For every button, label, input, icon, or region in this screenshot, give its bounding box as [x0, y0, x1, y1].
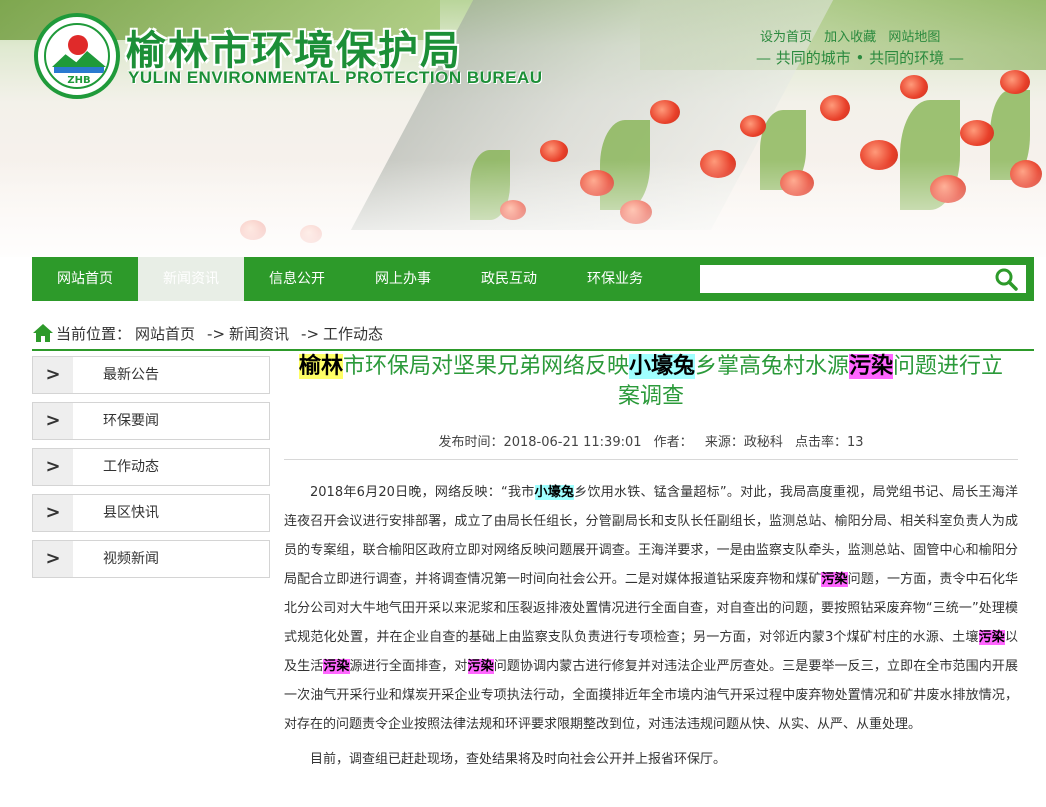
title-highlight: 榆林: [298, 354, 343, 379]
breadcrumb: 当前位置： 网站首页 -> 新闻资讯 -> 工作动态: [32, 321, 1034, 351]
page: ZHB 榆林市环境保护局 YULIN ENVIRONMENTAL PROTECT…: [0, 0, 1046, 807]
chevron-right-icon: >: [33, 403, 73, 439]
text-highlight: 小壕兔: [534, 485, 575, 500]
breadcrumb-news[interactable]: 新闻资讯: [229, 325, 289, 343]
breadcrumb-home[interactable]: 网站首页: [135, 325, 195, 343]
search-icon: [995, 268, 1018, 291]
logo-emblem: ZHB: [44, 23, 110, 89]
nav-item-online-service[interactable]: 网上办事: [350, 257, 456, 301]
chevron-right-icon: >: [33, 495, 73, 531]
breadcrumb-separator: ->: [207, 325, 226, 343]
breadcrumb-label: 当前位置：: [56, 325, 132, 343]
nav-item-news[interactable]: 新闻资讯: [138, 257, 244, 301]
chevron-right-icon: >: [33, 449, 73, 485]
header-banner: ZHB 榆林市环境保护局 YULIN ENVIRONMENTAL PROTECT…: [0, 0, 1046, 257]
chevron-right-icon: >: [33, 541, 73, 577]
text-highlight: 污染: [821, 572, 848, 587]
main-nav: 网站首页 新闻资讯 信息公开 网上办事 政民互动 环保业务: [32, 257, 1034, 301]
breadcrumb-current[interactable]: 工作动态: [323, 325, 383, 343]
sidebar-item-video-news[interactable]: > 视频新闻: [32, 540, 270, 578]
sidebar-item-work-updates[interactable]: > 工作动态: [32, 448, 270, 486]
sitemap-link[interactable]: 网站地图: [888, 30, 940, 45]
logo-water-icon: [54, 67, 104, 73]
sidebar-item-latest-notice[interactable]: > 最新公告: [32, 356, 270, 394]
article-title: 榆林市环保局对坚果兄弟网络反映小壕兔乡掌高兔村水源污染问题进行立案调查: [284, 352, 1018, 412]
title-highlight: 小壕兔: [628, 354, 695, 379]
logo-sun-icon: [68, 35, 88, 55]
text-highlight: 污染: [978, 630, 1005, 645]
author: 作者：: [653, 435, 693, 450]
sidebar-item-county-news[interactable]: > 县区快讯: [32, 494, 270, 532]
title-text: 市环保局对坚果兄弟网络反映: [342, 354, 629, 379]
para-text: 2018年6月20日晚，网络反映：“我市: [310, 485, 535, 500]
sidebar-item-label: 环保要闻: [103, 413, 159, 429]
publish-time: 发布时间：2018-06-21 11:39:01: [438, 435, 642, 450]
site-title-en: YULIN ENVIRONMENTAL PROTECTION BUREAU: [128, 68, 543, 87]
text-highlight: 污染: [323, 659, 350, 674]
slogan: — 共同的城市 • 共同的环境 —: [756, 49, 964, 67]
chevron-right-icon: >: [33, 357, 73, 393]
sidebar-item-label: 最新公告: [103, 367, 159, 383]
nav-item-info-disclosure[interactable]: 信息公开: [244, 257, 350, 301]
sidebar-item-label: 县区快讯: [103, 505, 159, 521]
nav-item-business[interactable]: 环保业务: [562, 257, 668, 301]
sidebar-item-label: 视频新闻: [103, 551, 159, 567]
click-count: 点击率：13: [794, 435, 864, 450]
text-highlight: 污染: [467, 659, 494, 674]
article: 榆林市环保局对坚果兄弟网络反映小壕兔乡掌高兔村水源污染问题进行立案调查 发布时间…: [284, 352, 1018, 780]
sidebar-item-label: 工作动态: [103, 459, 159, 475]
search-button[interactable]: [984, 265, 1024, 293]
para-text: 源进行全面排查，对: [349, 659, 468, 674]
search-input[interactable]: [698, 263, 1028, 295]
breadcrumb-separator: ->: [301, 325, 320, 343]
title-highlight: 污染: [849, 354, 894, 379]
title-text: 乡掌高兔村水源: [695, 354, 850, 379]
article-body: 2018年6月20日晚，网络反映：“我市小壕兔乡饮用水铁、锰含量超标”。对此，我…: [284, 478, 1018, 774]
top-links: 设为首页 加入收藏 网站地图: [760, 26, 948, 45]
banner-fade: [0, 160, 1046, 257]
nav-item-interaction[interactable]: 政民互动: [456, 257, 562, 301]
logo-text: ZHB: [67, 75, 91, 86]
paragraph: 2018年6月20日晚，网络反映：“我市小壕兔乡饮用水铁、锰含量超标”。对此，我…: [284, 478, 1018, 739]
article-meta: 发布时间：2018-06-21 11:39:01 作者： 来源：政秘科 点击率：…: [284, 426, 1018, 460]
logo[interactable]: ZHB: [34, 13, 120, 99]
add-favorite-link[interactable]: 加入收藏: [824, 30, 876, 45]
nav-item-home[interactable]: 网站首页: [32, 257, 138, 301]
paragraph: 目前，调查组已赶赴现场，查处结果将及时向社会公开并上报省环保厅。: [310, 752, 727, 767]
source: 来源：政秘科: [704, 435, 783, 450]
sidebar-item-env-news[interactable]: > 环保要闻: [32, 402, 270, 440]
sidebar: > 最新公告 > 环保要闻 > 工作动态 > 县区快讯 > 视频新闻: [32, 356, 270, 586]
home-icon: [33, 324, 53, 342]
set-homepage-link[interactable]: 设为首页: [760, 30, 812, 45]
